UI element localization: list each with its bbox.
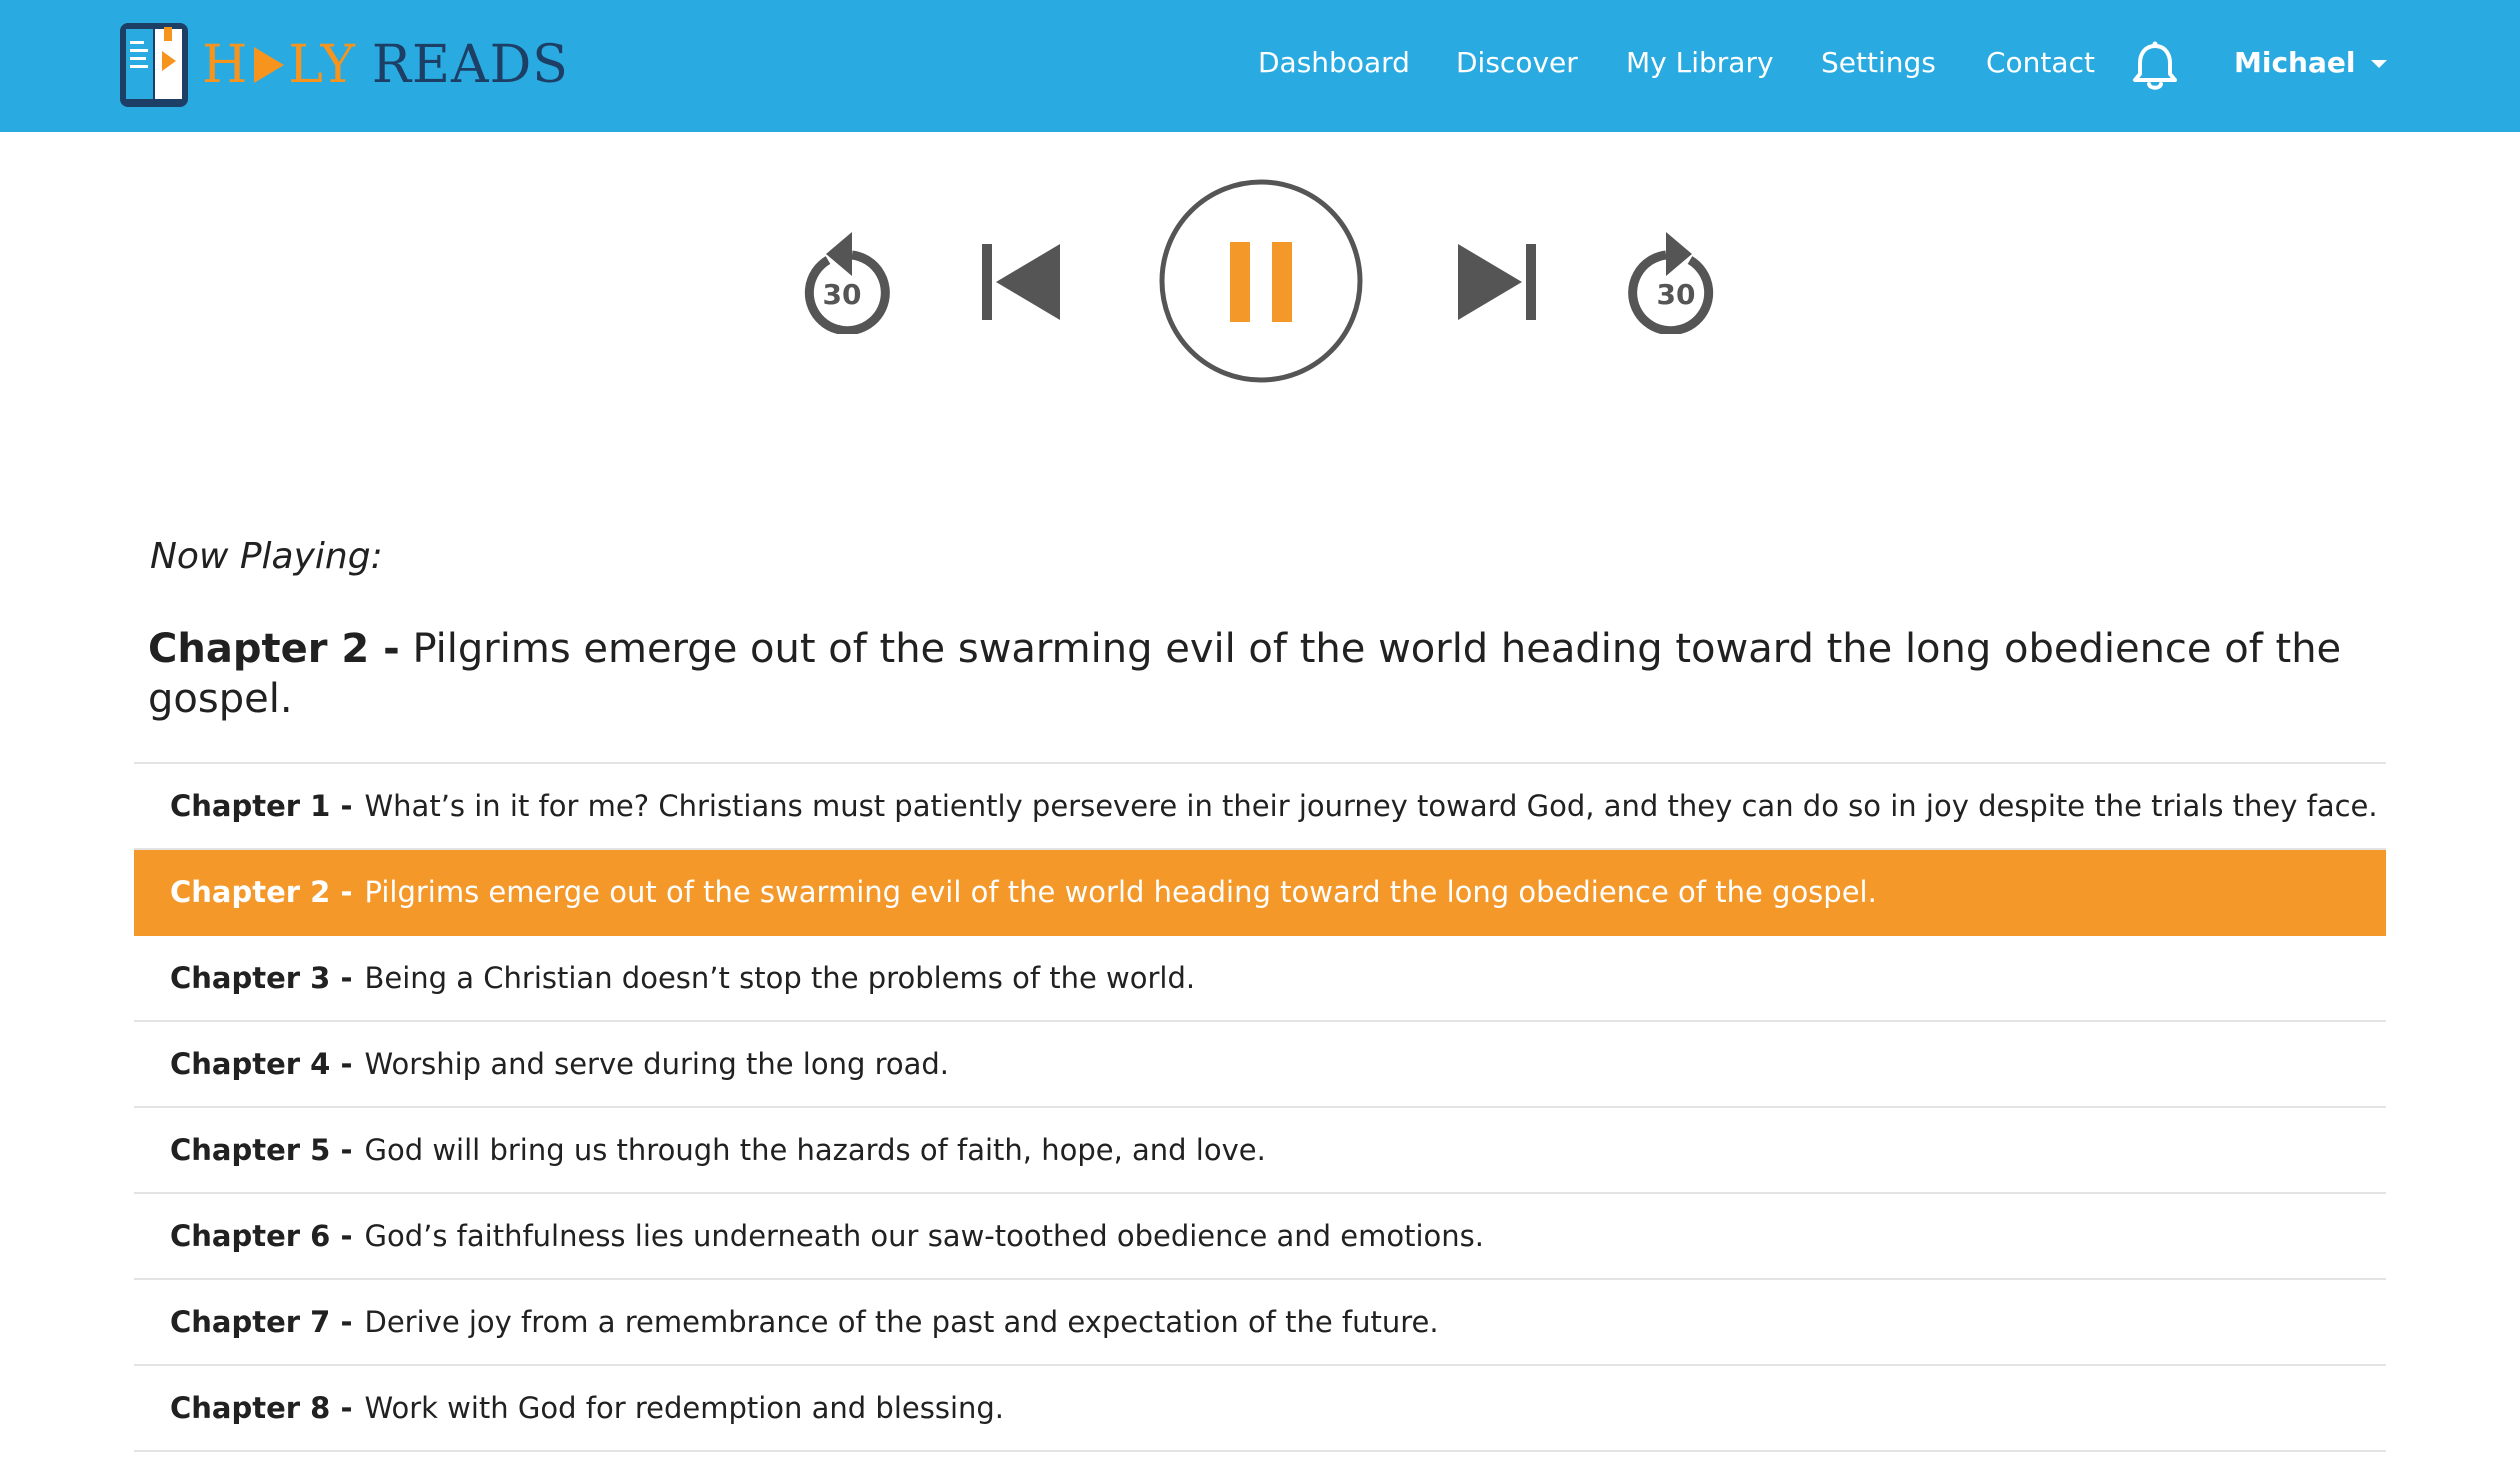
skip-previous-icon: [982, 244, 1060, 320]
now-playing-title: Chapter 2 - Pilgrims emerge out of the s…: [148, 624, 2408, 724]
chapter-title: Being a Christian doesn’t stop the probl…: [364, 961, 1196, 995]
play-letter-icon: [254, 47, 285, 83]
brand-name-h: H: [202, 35, 249, 95]
previous-chapter-button[interactable]: [980, 242, 1062, 322]
nav-dashboard[interactable]: Dashboard: [1258, 46, 1410, 79]
chapter-title: God’s faithfulness lies underneath our s…: [364, 1219, 1485, 1253]
nav-settings[interactable]: Settings: [1821, 46, 1936, 79]
bell-icon[interactable]: [2130, 40, 2180, 92]
pause-icon: [1159, 179, 1363, 383]
chapter-number: Chapter 6 -: [170, 1219, 353, 1253]
chapter-number: Chapter 4 -: [170, 1047, 353, 1081]
now-playing-chapter: Chapter 2 -: [148, 626, 400, 672]
chapter-number: Chapter 8 -: [170, 1391, 353, 1425]
pause-button[interactable]: [1158, 178, 1364, 384]
chapter-number: Chapter 3 -: [170, 961, 353, 995]
user-name: Michael: [2234, 46, 2356, 79]
chapter-title: God will bring us through the hazards of…: [364, 1133, 1266, 1167]
chapter-title: Pilgrims emerge out of the swarming evil…: [364, 875, 1877, 909]
brand-logo[interactable]: H LY READS: [118, 20, 569, 110]
chapter-number: Chapter 5 -: [170, 1133, 353, 1167]
brand-name-ly: LY: [288, 35, 356, 95]
rewind-30-button[interactable]: 30: [798, 224, 890, 334]
chapter-title: What’s in it for me? Christians must pat…: [364, 789, 2378, 823]
chapter-item-4[interactable]: Chapter 4 - Worship and serve during the…: [134, 1022, 2386, 1108]
nav-discover[interactable]: Discover: [1456, 46, 1578, 79]
skip-next-icon: [1458, 244, 1536, 320]
chapter-item-1[interactable]: Chapter 1 - What’s in it for me? Christi…: [134, 764, 2386, 850]
next-chapter-button[interactable]: [1456, 242, 1538, 322]
rewind-30-icon: 30: [804, 232, 890, 334]
book-logo-icon: [120, 23, 188, 107]
chapter-list: Chapter 1 - What’s in it for me? Christi…: [134, 762, 2386, 1452]
chapter-item-5[interactable]: Chapter 5 - God will bring us through th…: [134, 1108, 2386, 1194]
forward-30-icon: 30: [1628, 232, 1714, 334]
chapter-item-2[interactable]: Chapter 2 - Pilgrims emerge out of the s…: [134, 850, 2386, 936]
nav-my-library[interactable]: My Library: [1626, 46, 1774, 79]
rewind-seconds: 30: [823, 278, 862, 311]
navbar: H LY READS Dashboard Discover My Library…: [0, 0, 2520, 132]
chapter-item-3[interactable]: Chapter 3 - Being a Christian doesn’t st…: [134, 936, 2386, 1022]
now-playing-label: Now Playing:: [150, 536, 383, 577]
now-playing-chapter-title: Pilgrims emerge out of the swarming evil…: [148, 626, 2342, 722]
forward-seconds: 30: [1657, 278, 1696, 311]
chapter-item-7[interactable]: Chapter 7 - Derive joy from a remembranc…: [134, 1280, 2386, 1366]
brand-name-reads: READS: [371, 35, 569, 95]
brand-name: H LY READS: [202, 35, 569, 95]
chapter-number: Chapter 2 -: [170, 875, 353, 909]
chapter-title: Worship and serve during the long road.: [364, 1047, 950, 1081]
chapter-number: Chapter 7 -: [170, 1305, 353, 1339]
nav-menu: Dashboard Discover My Library Settings C…: [1120, 0, 2520, 132]
chapter-number: Chapter 1 -: [170, 789, 353, 823]
chapter-title: Work with God for redemption and blessin…: [364, 1391, 1005, 1425]
chapter-item-6[interactable]: Chapter 6 - God’s faithfulness lies unde…: [134, 1194, 2386, 1280]
chapter-item-8[interactable]: Chapter 8 - Work with God for redemption…: [134, 1366, 2386, 1452]
nav-contact[interactable]: Contact: [1986, 46, 2095, 79]
chapter-title: Derive joy from a remembrance of the pas…: [364, 1305, 1439, 1339]
chevron-down-icon: [2371, 59, 2388, 68]
forward-30-button[interactable]: 30: [1628, 224, 1720, 334]
user-menu[interactable]: Michael: [2234, 46, 2388, 79]
